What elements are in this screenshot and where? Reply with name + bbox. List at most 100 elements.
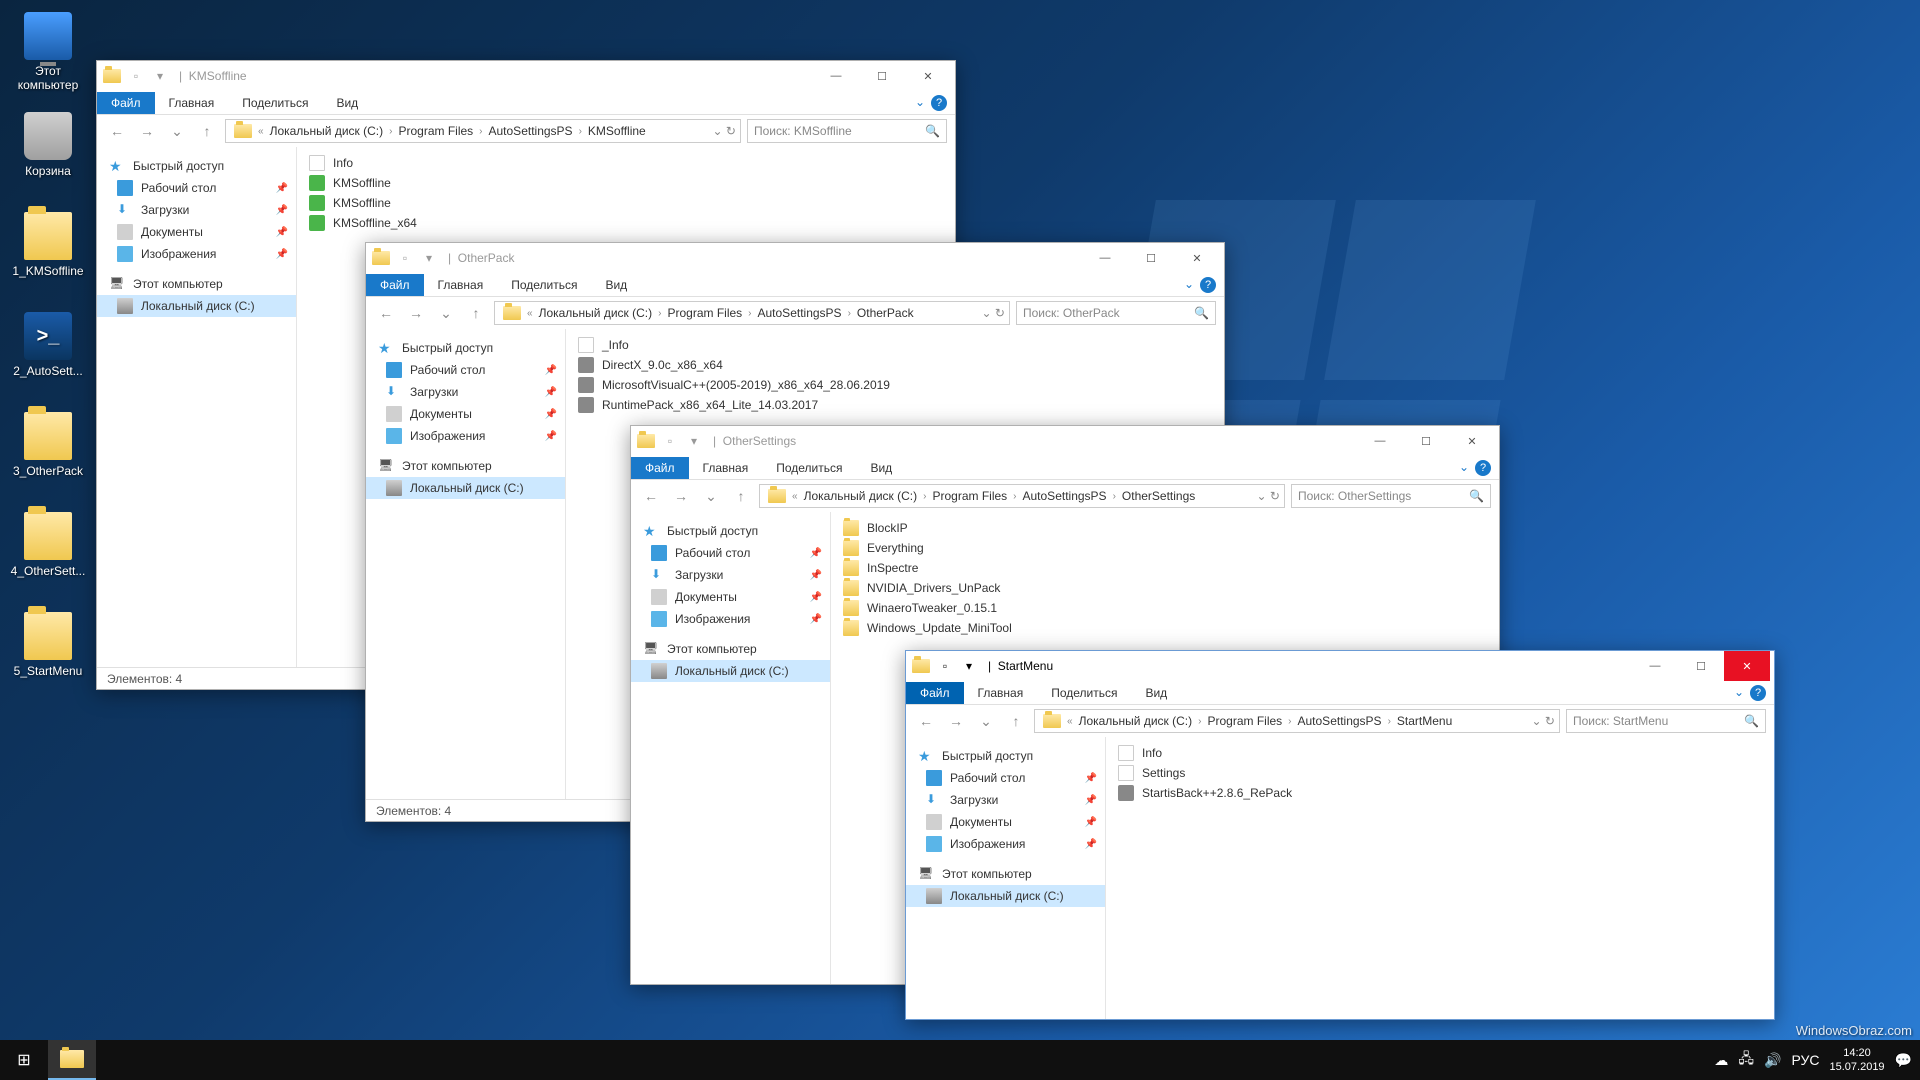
sidebar-documents[interactable]: Документы📌 bbox=[366, 403, 565, 425]
file-item[interactable]: Info bbox=[1118, 743, 1762, 763]
breadcrumb-item[interactable]: Program Files bbox=[1203, 714, 1286, 728]
tray-onedrive-icon[interactable]: ☁ bbox=[1714, 1052, 1728, 1069]
ribbon-expand-icon[interactable]: ⌄ bbox=[1459, 460, 1469, 476]
sidebar-downloads[interactable]: ⬇Загрузки📌 bbox=[906, 789, 1105, 811]
sidebar-pictures[interactable]: Изображения📌 bbox=[631, 608, 830, 630]
ribbon-file[interactable]: Файл bbox=[366, 274, 424, 296]
sidebar-local-disk[interactable]: Локальный диск (C:) bbox=[97, 295, 296, 317]
file-item[interactable]: DirectX_9.0c_x86_x64 bbox=[578, 355, 1212, 375]
breadcrumb-item[interactable]: Локальный диск (C:) bbox=[800, 489, 922, 503]
sidebar-pictures[interactable]: Изображения📌 bbox=[906, 833, 1105, 855]
file-item[interactable]: KMSoffline bbox=[309, 173, 943, 193]
file-item[interactable]: _Info bbox=[578, 335, 1212, 355]
nav-back[interactable]: ← bbox=[639, 484, 663, 508]
titlebar[interactable]: ▫ ▾ | OtherSettings — ☐ ✕ bbox=[631, 426, 1499, 456]
ribbon-expand-icon[interactable]: ⌄ bbox=[915, 95, 925, 111]
sidebar-downloads[interactable]: ⬇Загрузки📌 bbox=[631, 564, 830, 586]
qat-icon[interactable]: ▾ bbox=[958, 655, 980, 677]
breadcrumb[interactable]: «Локальный диск (C:)›Program Files›AutoS… bbox=[1034, 709, 1560, 733]
qat-icon[interactable]: ▫ bbox=[125, 65, 147, 87]
breadcrumb-item[interactable]: Program Files bbox=[394, 124, 477, 138]
breadcrumb-item[interactable]: AutoSettingsPS bbox=[1294, 714, 1386, 728]
nav-up[interactable]: ↑ bbox=[195, 119, 219, 143]
nav-recent[interactable]: ⌄ bbox=[974, 709, 998, 733]
maximize-button[interactable]: ☐ bbox=[1678, 651, 1724, 681]
sidebar-local-disk[interactable]: Локальный диск (C:) bbox=[631, 660, 830, 682]
sidebar-quick-access[interactable]: ★Быстрый доступ bbox=[906, 745, 1105, 767]
close-button[interactable]: ✕ bbox=[1449, 426, 1495, 456]
nav-recent[interactable]: ⌄ bbox=[434, 301, 458, 325]
minimize-button[interactable]: — bbox=[1357, 426, 1403, 456]
file-item[interactable]: Everything bbox=[843, 538, 1487, 558]
tray-notifications-icon[interactable]: 💬 bbox=[1895, 1052, 1912, 1069]
ribbon-file[interactable]: Файл bbox=[906, 682, 964, 704]
file-item[interactable]: Info bbox=[309, 153, 943, 173]
search-input[interactable]: Поиск: StartMenu🔍 bbox=[1566, 709, 1766, 733]
titlebar[interactable]: ▫ ▾ | OtherPack — ☐ ✕ bbox=[366, 243, 1224, 273]
file-item[interactable]: RuntimePack_x86_x64_Lite_14.03.2017 bbox=[578, 395, 1212, 415]
sidebar-documents[interactable]: Документы📌 bbox=[97, 221, 296, 243]
file-item[interactable]: MicrosoftVisualC++(2005-2019)_x86_x64_28… bbox=[578, 375, 1212, 395]
desktop-icon-6[interactable]: 5_StartMenu bbox=[10, 612, 86, 678]
ribbon-view[interactable]: Вид bbox=[591, 274, 641, 296]
file-item[interactable]: KMSoffline bbox=[309, 193, 943, 213]
sidebar-documents[interactable]: Документы📌 bbox=[906, 811, 1105, 833]
sidebar-downloads[interactable]: ⬇Загрузки📌 bbox=[97, 199, 296, 221]
breadcrumb-item[interactable]: KMSoffline bbox=[584, 124, 650, 138]
titlebar[interactable]: ▫ ▾ | StartMenu — ☐ ✕ bbox=[906, 651, 1774, 681]
qat-icon[interactable]: ▫ bbox=[394, 247, 416, 269]
minimize-button[interactable]: — bbox=[1082, 243, 1128, 273]
help-icon[interactable]: ? bbox=[1200, 277, 1216, 293]
desktop-icon-0[interactable]: Этот компьютер bbox=[10, 12, 86, 92]
breadcrumb-item[interactable]: Локальный диск (C:) bbox=[1075, 714, 1197, 728]
ribbon-expand-icon[interactable]: ⌄ bbox=[1184, 277, 1194, 293]
qat-icon[interactable]: ▾ bbox=[149, 65, 171, 87]
taskbar-explorer[interactable] bbox=[48, 1040, 96, 1080]
sidebar-this-pc[interactable]: 🖥Этот компьютер bbox=[97, 273, 296, 295]
file-item[interactable]: InSpectre bbox=[843, 558, 1487, 578]
breadcrumb-item[interactable]: AutoSettingsPS bbox=[485, 124, 577, 138]
ribbon-view[interactable]: Вид bbox=[856, 457, 906, 479]
qat-icon[interactable]: ▾ bbox=[418, 247, 440, 269]
nav-back[interactable]: ← bbox=[374, 301, 398, 325]
sidebar-local-disk[interactable]: Локальный диск (C:) bbox=[366, 477, 565, 499]
nav-fwd[interactable]: → bbox=[944, 709, 968, 733]
sidebar-pictures[interactable]: Изображения📌 bbox=[366, 425, 565, 447]
breadcrumb-item[interactable]: OtherSettings bbox=[1118, 489, 1199, 503]
maximize-button[interactable]: ☐ bbox=[1403, 426, 1449, 456]
ribbon-home[interactable]: Главная bbox=[424, 274, 498, 296]
tray-network-icon[interactable]: 🖧 bbox=[1738, 1048, 1754, 1072]
qat-icon[interactable]: ▾ bbox=[683, 430, 705, 452]
titlebar[interactable]: ▫ ▾ | KMSoffline — ☐ ✕ bbox=[97, 61, 955, 91]
sidebar-quick-access[interactable]: ★Быстрый доступ bbox=[97, 155, 296, 177]
desktop-icon-4[interactable]: 3_OtherPack bbox=[10, 412, 86, 478]
sidebar-this-pc[interactable]: 🖥Этот компьютер bbox=[631, 638, 830, 660]
nav-fwd[interactable]: → bbox=[404, 301, 428, 325]
breadcrumb-item[interactable]: AutoSettingsPS bbox=[754, 306, 846, 320]
ribbon-view[interactable]: Вид bbox=[1131, 682, 1181, 704]
breadcrumb-item[interactable]: Program Files bbox=[663, 306, 746, 320]
file-item[interactable]: WinaeroTweaker_0.15.1 bbox=[843, 598, 1487, 618]
maximize-button[interactable]: ☐ bbox=[1128, 243, 1174, 273]
desktop-icon-2[interactable]: 1_KMSoffline bbox=[10, 212, 86, 278]
breadcrumb-item[interactable]: Program Files bbox=[928, 489, 1011, 503]
ribbon-share[interactable]: Поделиться bbox=[497, 274, 591, 296]
ribbon-home[interactable]: Главная bbox=[964, 682, 1038, 704]
desktop-icon-1[interactable]: Корзина bbox=[10, 112, 86, 178]
sidebar-pictures[interactable]: Изображения📌 bbox=[97, 243, 296, 265]
tray-lang[interactable]: РУС bbox=[1791, 1052, 1819, 1068]
nav-up[interactable]: ↑ bbox=[464, 301, 488, 325]
breadcrumb-item[interactable]: OtherPack bbox=[853, 306, 918, 320]
ribbon-share[interactable]: Поделиться bbox=[228, 92, 322, 114]
sidebar-desktop[interactable]: Рабочий стол📌 bbox=[906, 767, 1105, 789]
help-icon[interactable]: ? bbox=[931, 95, 947, 111]
sidebar-documents[interactable]: Документы📌 bbox=[631, 586, 830, 608]
sidebar-this-pc[interactable]: 🖥Этот компьютер bbox=[906, 863, 1105, 885]
sidebar-desktop[interactable]: Рабочий стол📌 bbox=[631, 542, 830, 564]
ribbon-file[interactable]: Файл bbox=[631, 457, 689, 479]
nav-back[interactable]: ← bbox=[105, 119, 129, 143]
ribbon-share[interactable]: Поделиться bbox=[1037, 682, 1131, 704]
nav-recent[interactable]: ⌄ bbox=[165, 119, 189, 143]
search-input[interactable]: Поиск: OtherPack🔍 bbox=[1016, 301, 1216, 325]
help-icon[interactable]: ? bbox=[1475, 460, 1491, 476]
